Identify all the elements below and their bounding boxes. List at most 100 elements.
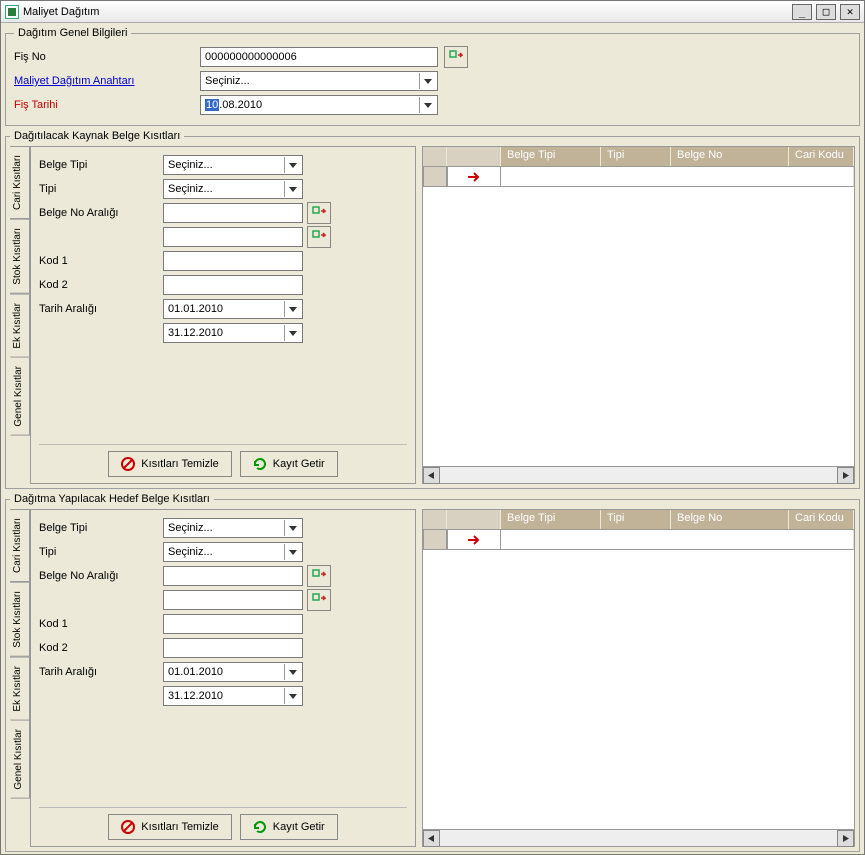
s-belge-no-to-lookup[interactable]: [307, 226, 331, 248]
s-gh-belge-tipi[interactable]: Belge Tipi: [501, 147, 601, 166]
s-belge-tipi-label: Belge Tipi: [39, 159, 159, 171]
s-belge-no-to-input[interactable]: [163, 227, 303, 247]
chevron-down-icon: [284, 520, 300, 536]
arrow-right-icon: [467, 535, 481, 545]
s-tarih-label: Tarih Aralığı: [39, 303, 159, 315]
target-grid[interactable]: Belge Tipi Tipi Belge No Cari Kodu: [423, 510, 854, 829]
s-belge-no-label: Belge No Aralığı: [39, 207, 159, 219]
chevron-down-icon: [419, 73, 435, 89]
anahtar-select-value: Seçiniz...: [205, 75, 250, 87]
anahtar-link[interactable]: Maliyet Dağıtım Anahtarı: [14, 75, 194, 87]
s-belge-tipi-select[interactable]: Seçiniz...: [163, 155, 303, 175]
row-indicator-cell[interactable]: [447, 167, 501, 187]
tab-cari-kisitlari[interactable]: Cari Kısıtları: [10, 146, 30, 219]
table-row[interactable]: [423, 530, 854, 550]
t-clear-button[interactable]: Kısıtları Temizle: [108, 814, 231, 840]
anahtar-select[interactable]: Seçiniz...: [200, 71, 438, 91]
source-grid[interactable]: Belge Tipi Tipi Belge No Cari Kodu: [423, 147, 854, 466]
tab-stok-kisitlari[interactable]: Stok Kısıtları: [10, 582, 30, 657]
fis-no-input[interactable]: [200, 47, 438, 67]
minimize-button[interactable]: _: [792, 4, 812, 20]
s-gh-rowheader[interactable]: [423, 147, 447, 166]
s-gh-tipi[interactable]: Tipi: [601, 147, 671, 166]
fis-no-lookup-button[interactable]: [444, 46, 468, 68]
arrow-right-icon: [467, 172, 481, 182]
lookup-icon: [312, 206, 326, 220]
tab-stok-kisitlari[interactable]: Stok Kısıtları: [10, 219, 30, 294]
source-left-panel: Genel Kısıtlar Ek Kısıtlar Stok Kısıtlar…: [10, 146, 416, 484]
target-left-panel: Genel Kısıtlar Ek Kısıtlar Stok Kısıtlar…: [10, 509, 416, 847]
t-gh-belge-tipi[interactable]: Belge Tipi: [501, 510, 601, 529]
t-kod2-label: Kod 2: [39, 642, 159, 654]
scroll-left-button[interactable]: [423, 830, 440, 847]
t-gh-cari-kodu[interactable]: Cari Kodu: [789, 510, 854, 529]
row-indicator-cell[interactable]: [447, 530, 501, 550]
t-tarih-from-select[interactable]: 01.01.2010: [163, 662, 303, 682]
t-kod2-input[interactable]: [163, 638, 303, 658]
t-belge-tipi-select[interactable]: Seçiniz...: [163, 518, 303, 538]
target-legend: Dağıtma Yapılacak Hedef Belge Kısıtları: [10, 493, 214, 505]
source-section: Dağıtılacak Kaynak Belge Kısıtları Genel…: [5, 130, 860, 489]
s-gh-belge-no[interactable]: Belge No: [671, 147, 789, 166]
maximize-button[interactable]: □: [816, 4, 836, 20]
t-belge-no-from-lookup[interactable]: [307, 565, 331, 587]
t-belge-no-to-lookup[interactable]: [307, 589, 331, 611]
tab-cari-kisitlari[interactable]: Cari Kısıtları: [10, 509, 30, 582]
t-fetch-button[interactable]: Kayıt Getir: [240, 814, 338, 840]
scroll-right-button[interactable]: [837, 467, 854, 484]
t-gh-tipi[interactable]: Tipi: [601, 510, 671, 529]
s-tarih-from-select[interactable]: 01.01.2010: [163, 299, 303, 319]
t-tipi-select[interactable]: Seçiniz...: [163, 542, 303, 562]
table-row[interactable]: [423, 167, 854, 187]
lookup-icon: [449, 50, 463, 64]
row-header-cell[interactable]: [423, 530, 447, 550]
no-entry-icon: [121, 457, 135, 471]
t-belge-no-to-input[interactable]: [163, 590, 303, 610]
s-kod1-label: Kod 1: [39, 255, 159, 267]
client-area: Dağıtım Genel Bilgileri Fiş No Maliyet D…: [1, 23, 864, 854]
window-title: Maliyet Dağıtım: [23, 6, 788, 18]
scroll-track[interactable]: [440, 467, 837, 483]
fis-tarihi-input[interactable]: 10.08.2010: [200, 95, 438, 115]
scroll-right-button[interactable]: [837, 830, 854, 847]
fis-tarihi-label: Fiş Tarihi: [14, 99, 194, 111]
s-clear-button[interactable]: Kısıtları Temizle: [108, 451, 231, 477]
target-grid-panel: Belge Tipi Tipi Belge No Cari Kodu: [422, 509, 855, 847]
s-gh-cari-kodu[interactable]: Cari Kodu: [789, 147, 854, 166]
t-scrollbar: [423, 829, 854, 846]
s-fetch-button[interactable]: Kayıt Getir: [240, 451, 338, 477]
t-kod1-input[interactable]: [163, 614, 303, 634]
s-belge-no-from-input[interactable]: [163, 203, 303, 223]
s-kod1-input[interactable]: [163, 251, 303, 271]
close-button[interactable]: ✕: [840, 4, 860, 20]
tab-ek-kisitlar[interactable]: Ek Kısıtlar: [10, 294, 30, 358]
t-gh-belge-no[interactable]: Belge No: [671, 510, 789, 529]
app-window: Maliyet Dağıtım _ □ ✕ Dağıtım Genel Bilg…: [0, 0, 865, 855]
source-tabs: Genel Kısıtlar Ek Kısıtlar Stok Kısıtlar…: [10, 146, 30, 484]
t-fetch-label: Kayıt Getir: [273, 821, 325, 833]
general-info-legend: Dağıtım Genel Bilgileri: [14, 27, 131, 39]
chevron-down-icon: [284, 544, 300, 560]
app-icon: [5, 5, 19, 19]
t-belge-no-from-input[interactable]: [163, 566, 303, 586]
t-gh-rowheader[interactable]: [423, 510, 447, 529]
target-section: Dağıtma Yapılacak Hedef Belge Kısıtları …: [5, 493, 860, 852]
tab-ek-kisitlar[interactable]: Ek Kısıtlar: [10, 657, 30, 721]
t-gh-selector[interactable]: [447, 510, 501, 529]
refresh-icon: [253, 820, 267, 834]
s-belge-tipi-value: Seçiniz...: [168, 159, 213, 171]
chevron-down-icon: [284, 325, 300, 341]
s-kod2-input[interactable]: [163, 275, 303, 295]
empty-cell: [501, 530, 854, 550]
s-tipi-select[interactable]: Seçiniz...: [163, 179, 303, 199]
t-tarih-to-select[interactable]: 31.12.2010: [163, 686, 303, 706]
row-header-cell[interactable]: [423, 167, 447, 187]
s-gh-selector[interactable]: [447, 147, 501, 166]
tab-genel-kisitlar[interactable]: Genel Kısıtlar: [10, 720, 30, 799]
source-grid-panel: Belge Tipi Tipi Belge No Cari Kodu: [422, 146, 855, 484]
scroll-left-button[interactable]: [423, 467, 440, 484]
s-belge-no-from-lookup[interactable]: [307, 202, 331, 224]
s-tarih-to-select[interactable]: 31.12.2010: [163, 323, 303, 343]
tab-genel-kisitlar[interactable]: Genel Kısıtlar: [10, 357, 30, 436]
scroll-track[interactable]: [440, 830, 837, 846]
